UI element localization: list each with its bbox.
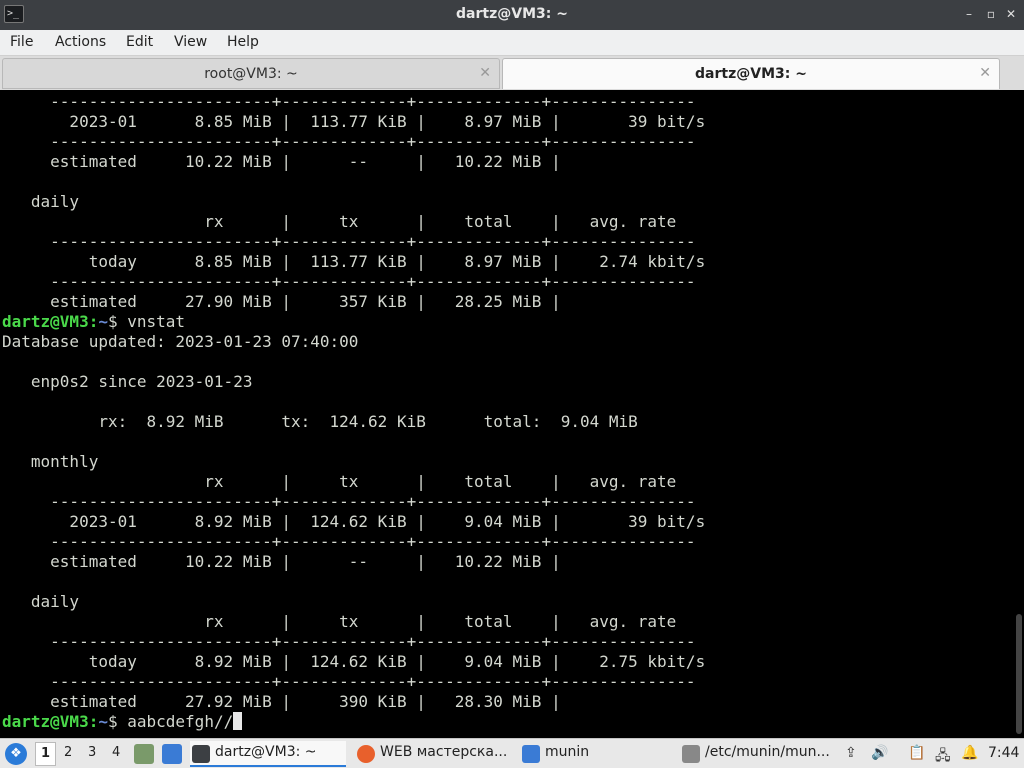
prompt-line: dartz@VM3:~$ aabcdefgh// — [2, 712, 243, 732]
task-label: WEB мастерска... — [380, 744, 508, 760]
terminal-line: estimated 10.22 MiB | -- | 10.22 MiB | — [2, 152, 561, 171]
menu-edit[interactable]: Edit — [126, 34, 153, 50]
terminal-line: -----------------------+-------------+--… — [2, 232, 696, 251]
tab-close-icon[interactable]: ✕ — [979, 65, 991, 81]
task-label: /etc/munin/mun... — [705, 744, 830, 760]
task-editor[interactable]: /etc/munin/mun... — [680, 741, 840, 767]
menu-view[interactable]: View — [174, 34, 207, 50]
terminal-line: -----------------------+-------------+--… — [2, 132, 696, 151]
terminal-line: enp0s2 since 2023-01-23 — [2, 372, 253, 391]
workspace-4[interactable]: 4 — [112, 745, 120, 760]
terminal-scrollbar[interactable] — [1016, 94, 1022, 734]
taskbar: ❖ 1 2 3 4 dartz@VM3: ~ WEB мастерска... … — [0, 738, 1024, 768]
terminal-line: 2023-01 8.85 MiB | 113.77 KiB | 8.97 MiB… — [2, 112, 706, 131]
minimize-icon[interactable]: – — [961, 6, 977, 22]
terminal-line: rx: 8.92 MiB tx: 124.62 KiB total: 9.04 … — [2, 412, 638, 431]
workspace-2[interactable]: 2 — [64, 745, 72, 760]
prompt-path: ~ — [98, 712, 108, 731]
text-editor-icon — [682, 745, 700, 763]
terminal-line: -----------------------+-------------+--… — [2, 492, 696, 511]
desktop-launcher-icon[interactable] — [162, 744, 182, 764]
task-browser[interactable]: WEB мастерска... — [355, 741, 515, 767]
terminal-line: estimated 27.92 MiB | 390 KiB | 28.30 Mi… — [2, 692, 561, 711]
prompt-user: dartz@VM3 — [2, 712, 89, 731]
terminal-cursor — [233, 712, 243, 730]
terminal-line: today 8.92 MiB | 124.62 KiB | 9.04 MiB |… — [2, 652, 706, 671]
terminal-line: daily — [2, 192, 80, 211]
terminal-line: rx | tx | total | avg. rate — [2, 212, 677, 231]
terminal-line: -----------------------+-------------+--… — [2, 632, 696, 651]
command-text: vnstat — [127, 312, 186, 331]
terminal-line: estimated 27.90 MiB | 357 KiB | 28.25 Mi… — [2, 292, 561, 311]
terminal-output[interactable]: -----------------------+-------------+--… — [0, 90, 1024, 740]
task-label: munin — [545, 744, 590, 760]
workspace-1[interactable]: 1 — [35, 742, 57, 766]
tab-label: root@VM3: ~ — [204, 66, 298, 82]
terminal-line: -----------------------+-------------+--… — [2, 532, 696, 551]
menu-actions[interactable]: Actions — [55, 34, 106, 50]
tab-dartz[interactable]: dartz@VM3: ~ ✕ — [502, 58, 1000, 89]
task-label: dartz@VM3: ~ — [215, 744, 317, 760]
prompt-symbol: $ — [107, 312, 128, 331]
network-icon[interactable]: 🖧 — [935, 745, 951, 768]
firefox-icon — [357, 745, 375, 763]
terminal-line: rx | tx | total | avg. rate — [2, 472, 677, 491]
terminal-line: today 8.85 MiB | 113.77 KiB | 8.97 MiB |… — [2, 252, 706, 271]
tab-bar-spacer — [1002, 58, 1022, 89]
workspace-3[interactable]: 3 — [88, 745, 96, 760]
file-manager-launcher-icon[interactable] — [134, 744, 154, 764]
tab-bar: root@VM3: ~ ✕ dartz@VM3: ~ ✕ — [0, 56, 1024, 90]
terminal-line: -----------------------+-------------+--… — [2, 672, 696, 691]
command-text: aabcdefgh// — [127, 712, 234, 731]
volume-icon[interactable]: 🔊 — [871, 745, 888, 761]
terminal-line: rx | tx | total | avg. rate — [2, 612, 677, 631]
clock[interactable]: 7:44 — [988, 745, 1019, 761]
terminal-line: 2023-01 8.92 MiB | 124.62 KiB | 9.04 MiB… — [2, 512, 706, 531]
notification-icon[interactable]: 🔔 — [961, 745, 978, 761]
menu-bar: File Actions Edit View Help — [0, 30, 1024, 56]
tab-label: dartz@VM3: ~ — [695, 66, 807, 82]
menu-help[interactable]: Help — [227, 34, 259, 50]
clipboard-icon[interactable]: 📋 — [908, 745, 925, 761]
prompt-colon: : — [88, 312, 99, 331]
maximize-icon[interactable]: ▫ — [983, 6, 999, 22]
folder-icon — [522, 745, 540, 763]
tab-root[interactable]: root@VM3: ~ ✕ — [2, 58, 500, 89]
prompt-colon: : — [88, 712, 99, 731]
window-titlebar[interactable]: >_ dartz@VM3: ~ – ▫ ✕ — [0, 0, 1024, 30]
task-terminal[interactable]: dartz@VM3: ~ — [190, 741, 346, 767]
prompt-line: dartz@VM3:~$ vnstat — [2, 312, 185, 332]
prompt-path: ~ — [98, 312, 108, 331]
start-menu-icon[interactable]: ❖ — [5, 743, 27, 765]
window-title: dartz@VM3: ~ — [456, 6, 568, 22]
tab-close-icon[interactable]: ✕ — [479, 65, 491, 81]
terminal-line: daily — [2, 592, 80, 611]
close-icon[interactable]: ✕ — [1003, 6, 1019, 22]
terminal-line: monthly — [2, 452, 99, 471]
terminal-line: -----------------------+-------------+--… — [2, 92, 696, 111]
prompt-user: dartz@VM3 — [2, 312, 89, 331]
prompt-symbol: $ — [107, 712, 128, 731]
tray-upload-icon[interactable]: ⇪ — [845, 745, 857, 761]
menu-file[interactable]: File — [10, 34, 33, 50]
task-folder[interactable]: munin — [520, 741, 670, 767]
terminal-line: -----------------------+-------------+--… — [2, 272, 696, 291]
terminal-line: Database updated: 2023-01-23 07:40:00 — [2, 332, 359, 351]
terminal-line: estimated 10.22 MiB | -- | 10.22 MiB | — [2, 552, 561, 571]
scrollbar-thumb[interactable] — [1016, 614, 1022, 734]
terminal-icon — [192, 745, 210, 763]
